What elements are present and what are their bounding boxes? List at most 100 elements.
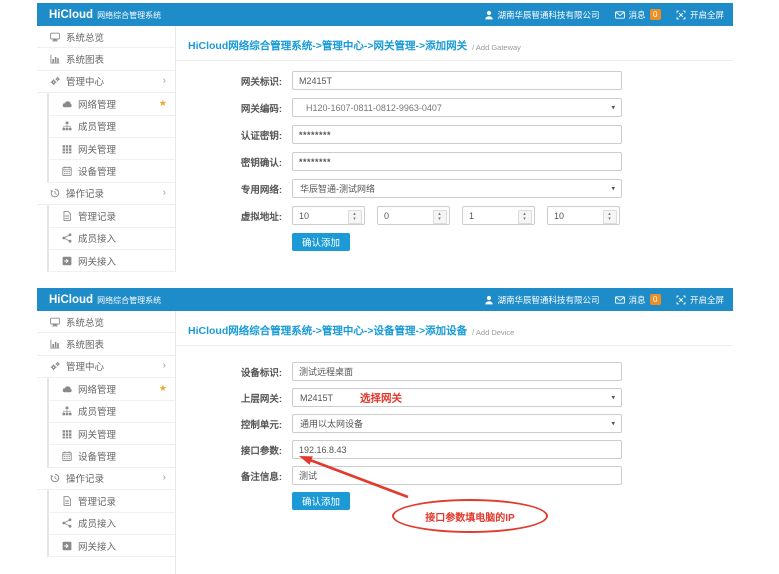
vip-octet-3-spinner[interactable]: 1 ▴▾ — [462, 206, 535, 225]
breadcrumb-path: HiCloud网络综合管理系统->管理中心->设备管理->添加设备 — [188, 323, 467, 338]
virtual-address-label: 虚拟地址: — [176, 209, 292, 223]
private-network-select[interactable]: 华辰智通-测试网络 ▾ — [292, 179, 622, 198]
sidebar-item-label: 系统总览 — [66, 315, 104, 329]
add-gateway-window: HiCloud 网络综合管理系统 湖南华辰智通科技有限公司 消息 0 开启全屏 … — [37, 3, 733, 272]
sidebar-item-network-management[interactable]: 网络管理 ★ — [47, 378, 175, 400]
breadcrumb-subtitle: / Add Device — [472, 328, 514, 338]
sidebar-item-network-management[interactable]: 网络管理 ★ — [47, 93, 175, 115]
auth-key-input[interactable] — [292, 125, 622, 144]
favorite-star-icon[interactable]: ★ — [159, 98, 175, 109]
gateway-id-label: 网关标识: — [176, 74, 292, 88]
chart-icon — [50, 54, 60, 64]
sidebar-item-label: 成员接入 — [78, 516, 116, 530]
sidebar-item-label: 管理记录 — [78, 494, 116, 508]
sidebar-item-label: 网络管理 — [78, 382, 116, 396]
messages-menu[interactable]: 消息 0 — [615, 9, 661, 21]
sidebar-item-member-management[interactable]: 成员管理 — [47, 401, 175, 423]
sidebar-item-device-management[interactable]: 设备管理 — [47, 160, 175, 182]
sidebar-item-gateway-management[interactable]: 网关管理 — [47, 138, 175, 160]
fullscreen-button[interactable]: 开启全屏 — [676, 9, 724, 21]
stepper-icon[interactable]: ▴▾ — [433, 210, 447, 224]
chevron-right-icon: › — [163, 473, 175, 483]
sidebar-item-label: 网关管理 — [78, 427, 116, 441]
user-menu[interactable]: 湖南华辰智通科技有限公司 — [484, 9, 600, 21]
app-logo[interactable]: HiCloud 网络综合管理系统 — [37, 294, 187, 306]
sidebar-item-management-records[interactable]: 管理记录 — [47, 490, 175, 512]
messages-label: 消息 — [629, 294, 646, 306]
cloud-icon — [62, 99, 72, 109]
caret-down-icon: ▾ — [611, 393, 615, 401]
sitemap-icon — [62, 406, 72, 416]
sidebar-item-label: 系统总览 — [66, 30, 104, 44]
sidebar-item-system-charts[interactable]: 系统图表 — [37, 333, 175, 355]
favorite-star-icon[interactable]: ★ — [159, 383, 175, 394]
user-menu[interactable]: 湖南华辰智通科技有限公司 — [484, 294, 600, 306]
gateway-id-input[interactable] — [292, 71, 622, 90]
messages-menu[interactable]: 消息 0 — [615, 294, 661, 306]
share-icon — [62, 518, 72, 528]
sidebar-item-management-center[interactable]: 管理中心› — [37, 71, 175, 93]
stepper-icon[interactable]: ▴▾ — [348, 210, 362, 224]
sidebar-item-management-records[interactable]: 管理记录 — [47, 205, 175, 227]
vip-octet-2-spinner[interactable]: 0 ▴▾ — [377, 206, 450, 225]
annotation-ellipse: 接口参数填电脑的IP — [392, 499, 548, 533]
sidebar-item-operation-records[interactable]: 操作记录 › — [37, 468, 175, 490]
sidebar-item-system-overview[interactable]: 系统总览 — [37, 311, 175, 333]
main-content: HiCloud网络综合管理系统->管理中心->设备管理->添加设备 / Add … — [175, 311, 733, 574]
control-unit-select[interactable]: 通用以太网设备 ▾ — [292, 414, 622, 433]
sidebar-item-label: 操作记录 — [66, 471, 104, 485]
sidebar-item-device-management[interactable]: 设备管理 — [47, 445, 175, 467]
fullscreen-icon — [676, 295, 686, 305]
sidebar-item-label: 管理中心 — [66, 359, 104, 373]
sidebar-item-label: 设备管理 — [78, 164, 116, 178]
fullscreen-label: 开启全屏 — [690, 294, 724, 306]
sidebar-item-gateway-access[interactable]: 网关接入 — [47, 250, 175, 272]
upper-gateway-value: M2415T — [293, 393, 333, 403]
calendar-icon — [62, 451, 72, 461]
company-name: 湖南华辰智通科技有限公司 — [498, 9, 600, 21]
sidebar-item-label: 管理记录 — [78, 209, 116, 223]
sidebar-item-system-charts[interactable]: 系统图表 — [37, 48, 175, 70]
auth-key-label: 认证密钥: — [176, 128, 292, 142]
messages-count-badge: 0 — [650, 294, 661, 305]
annotation-arrow — [287, 448, 427, 508]
company-name: 湖南华辰智通科技有限公司 — [498, 294, 600, 306]
interface-params-label: 接口参数: — [176, 443, 292, 457]
stepper-icon[interactable]: ▴▾ — [603, 210, 617, 224]
sidebar-item-management-center[interactable]: 管理中心› — [37, 356, 175, 378]
fullscreen-button[interactable]: 开启全屏 — [676, 294, 724, 306]
gateway-code-value: H120-1607-0811-0812-9963-0407 — [293, 103, 442, 113]
sidebar-item-label: 网关接入 — [78, 254, 116, 268]
upper-gateway-select[interactable]: M2415T 选择网关 ▾ — [292, 388, 622, 407]
control-unit-label: 控制单元: — [176, 417, 292, 431]
chevron-right-icon: › — [163, 188, 175, 198]
brand-name: HiCloud — [49, 9, 93, 21]
device-id-input[interactable] — [292, 362, 622, 381]
sidebar-item-operation-records[interactable]: 操作记录 › — [37, 183, 175, 205]
sidebar-item-gateway-management[interactable]: 网关管理 — [47, 423, 175, 445]
sidebar-item-member-access[interactable]: 成员接入 — [47, 513, 175, 535]
confirm-add-button[interactable]: 确认添加 — [292, 233, 350, 251]
hdd-icon — [62, 541, 72, 551]
messages-count-badge: 0 — [650, 9, 661, 20]
gateway-code-label: 网关编码: — [176, 101, 292, 115]
sidebar-item-system-overview[interactable]: 系统总览 — [37, 26, 175, 48]
key-confirm-input[interactable] — [292, 152, 622, 171]
sidebar-item-member-access[interactable]: 成员接入 — [47, 228, 175, 250]
vip-octet-1-spinner[interactable]: 10 ▴▾ — [292, 206, 365, 225]
sidebar-item-member-management[interactable]: 成员管理 — [47, 116, 175, 138]
add-device-window: HiCloud 网络综合管理系统 湖南华辰智通科技有限公司 消息 0 开启全屏 … — [37, 288, 733, 574]
gateway-code-select[interactable]: H120-1607-0811-0812-9963-0407 ▾ — [292, 98, 622, 117]
brand-suffix: 网络综合管理系统 — [97, 10, 161, 21]
app-logo[interactable]: HiCloud 网络综合管理系统 — [37, 9, 187, 21]
brand-name: HiCloud — [49, 294, 93, 306]
sidebar-item-gateway-access[interactable]: 网关接入 — [47, 535, 175, 557]
sitemap-icon — [62, 121, 72, 131]
sidebar-item-label: 操作记录 — [66, 186, 104, 200]
sidebar-item-label: 网络管理 — [78, 97, 116, 111]
breadcrumb-subtitle: / Add Gateway — [472, 43, 521, 53]
vip-octet-4-spinner[interactable]: 10 ▴▾ — [547, 206, 620, 225]
history-icon — [50, 473, 60, 483]
stepper-icon[interactable]: ▴▾ — [518, 210, 532, 224]
desktop-icon — [50, 32, 60, 42]
